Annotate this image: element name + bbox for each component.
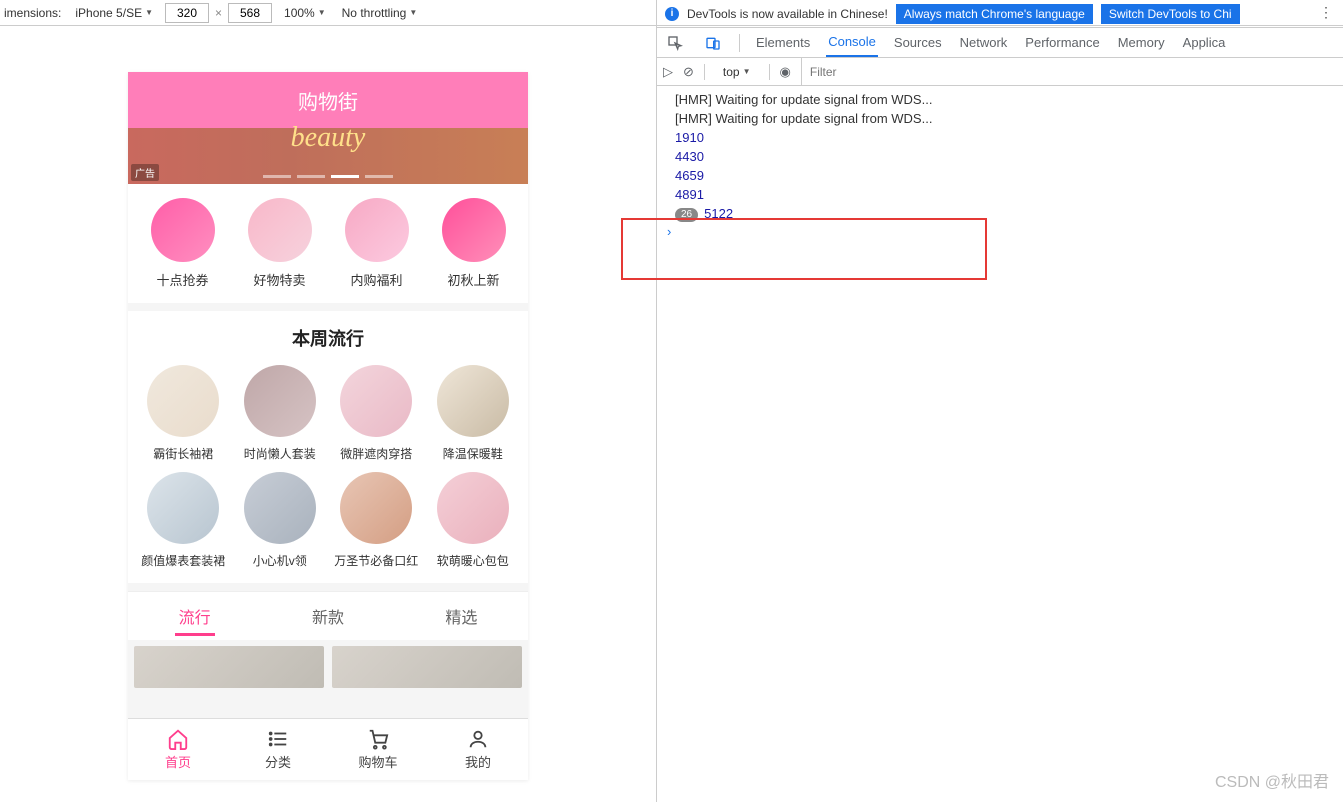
carousel-indicators — [263, 175, 393, 178]
product-thumb-icon — [340, 365, 412, 437]
hero-banner[interactable]: beauty 广告 — [128, 128, 528, 184]
user-icon — [467, 728, 489, 750]
quick-link-item[interactable]: 十点抢券 — [143, 198, 223, 289]
banner-script-text: beauty — [291, 122, 366, 154]
product-thumb-icon — [437, 472, 509, 544]
tab-application[interactable]: Applica — [1181, 29, 1228, 56]
nav-category[interactable]: 分类 — [228, 719, 328, 780]
times-icon: × — [215, 6, 222, 20]
feed-row — [128, 640, 528, 688]
tab-console[interactable]: Console — [826, 28, 878, 57]
height-input[interactable] — [228, 3, 272, 23]
devtools-tabs: Elements Console Sources Network Perform… — [657, 28, 1343, 58]
quick-link-item[interactable]: 初秋上新 — [434, 198, 514, 289]
content-tabs: 流行 新款 精选 — [128, 591, 528, 640]
app-header: 购物街 — [128, 72, 528, 128]
log-line: [HMR] Waiting for update signal from WDS… — [657, 90, 1343, 109]
zoom-select[interactable]: 100%▼ — [284, 6, 326, 20]
log-line: 4891 — [657, 185, 1343, 204]
devtools-infobar: i DevTools is now available in Chinese! … — [657, 0, 1343, 28]
switch-language-button[interactable]: Switch DevTools to Chi — [1101, 4, 1240, 24]
tab-featured[interactable]: 精选 — [395, 592, 528, 640]
context-select[interactable]: top▼ — [723, 65, 751, 79]
quick-link-row: 十点抢券 好物特卖 内购福利 初秋上新 — [128, 184, 528, 303]
avatar-icon — [345, 198, 409, 262]
cart-icon — [367, 728, 389, 750]
grid-item[interactable]: 小心机v领 — [235, 472, 326, 569]
annotation-box — [621, 218, 987, 280]
avatar-icon — [442, 198, 506, 262]
device-viewport: 购物街 beauty 广告 十点抢券 好物特卖 内购福利 初秋上新 本周流行 霸… — [0, 26, 656, 802]
info-text: DevTools is now available in Chinese! — [687, 7, 888, 21]
clear-console-icon[interactable]: ⊘ — [683, 64, 694, 80]
grid-item[interactable]: 降温保暖鞋 — [428, 365, 519, 462]
tab-memory[interactable]: Memory — [1116, 29, 1167, 56]
product-thumb-icon — [437, 365, 509, 437]
grid-item[interactable]: 颜值爆表套装裙 — [138, 472, 229, 569]
grid-item[interactable]: 霸街长袖裙 — [138, 365, 229, 462]
ad-badge: 广告 — [131, 164, 159, 181]
section-title: 本周流行 — [128, 311, 528, 361]
avatar-icon — [248, 198, 312, 262]
console-toolbar: ▷ ⊘ top▼ ◉ — [657, 58, 1343, 86]
device-mode-icon[interactable] — [701, 31, 725, 55]
nav-mine[interactable]: 我的 — [428, 719, 528, 780]
device-select[interactable]: iPhone 5/SE▼ — [75, 6, 153, 20]
list-icon — [267, 728, 289, 750]
log-line: [HMR] Waiting for update signal from WDS… — [657, 109, 1343, 128]
tab-performance[interactable]: Performance — [1023, 29, 1101, 56]
tab-elements[interactable]: Elements — [754, 29, 812, 56]
dimensions-label: imensions: — [4, 6, 61, 20]
devtools-panel: i DevTools is now available in Chinese! … — [657, 0, 1343, 802]
quick-link-item[interactable]: 内购福利 — [337, 198, 417, 289]
grid-item[interactable]: 时尚懒人套装 — [235, 365, 326, 462]
avatar-icon — [151, 198, 215, 262]
tab-trending[interactable]: 流行 — [128, 592, 261, 640]
quick-link-item[interactable]: 好物特卖 — [240, 198, 320, 289]
console-filter-input[interactable] — [801, 58, 1337, 85]
feed-card[interactable] — [134, 646, 324, 688]
info-icon: i — [665, 7, 679, 21]
grid-item[interactable]: 微胖遮肉穿搭 — [331, 365, 422, 462]
product-thumb-icon — [340, 472, 412, 544]
play-icon[interactable]: ▷ — [663, 64, 673, 80]
log-line: 4430 — [657, 147, 1343, 166]
tab-new[interactable]: 新款 — [261, 592, 394, 640]
console-output: [HMR] Waiting for update signal from WDS… — [657, 86, 1343, 802]
product-thumb-icon — [244, 365, 316, 437]
throttling-select[interactable]: No throttling▼ — [342, 6, 418, 20]
watermark-text: CSDN @秋田君 — [1215, 768, 1329, 792]
match-language-button[interactable]: Always match Chrome's language — [896, 4, 1093, 24]
feed-card[interactable] — [332, 646, 522, 688]
inspect-icon[interactable] — [663, 31, 687, 55]
log-line: 4659 — [657, 166, 1343, 185]
tab-network[interactable]: Network — [958, 29, 1010, 56]
width-input[interactable] — [165, 3, 209, 23]
eye-icon[interactable]: ◉ — [780, 64, 791, 80]
log-line: 1910 — [657, 128, 1343, 147]
nav-cart[interactable]: 购物车 — [328, 719, 428, 780]
product-thumb-icon — [147, 365, 219, 437]
bottom-nav: 首页 分类 购物车 我的 — [128, 718, 528, 780]
tab-sources[interactable]: Sources — [892, 29, 944, 56]
grid-item[interactable]: 万圣节必备口红 — [331, 472, 422, 569]
phone-frame: 购物街 beauty 广告 十点抢券 好物特卖 内购福利 初秋上新 本周流行 霸… — [128, 72, 528, 780]
product-thumb-icon — [147, 472, 219, 544]
nav-home[interactable]: 首页 — [128, 719, 228, 780]
product-thumb-icon — [244, 472, 316, 544]
grid-item[interactable]: 软萌暖心包包 — [428, 472, 519, 569]
home-icon — [167, 728, 189, 750]
popular-grid: 霸街长袖裙 时尚懒人套装 微胖遮肉穿搭 降温保暖鞋 颜值爆表套装裙 小心机v领 … — [128, 361, 528, 583]
